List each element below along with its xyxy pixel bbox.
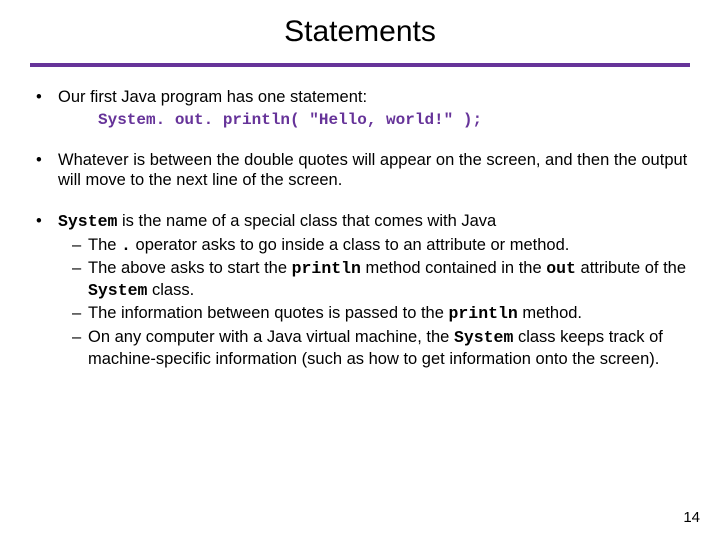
sub-mark: –: [58, 327, 88, 369]
sub-bullet: – The above asks to start the println me…: [58, 258, 690, 301]
t: The above asks to start the: [88, 259, 292, 277]
bullet-body: System is the name of a special class th…: [58, 211, 690, 371]
bullet-item: • Our first Java program has one stateme…: [30, 87, 690, 130]
code-block: System. out. println( "Hello, world!" );: [58, 110, 690, 130]
t: method contained in the: [361, 259, 546, 277]
slide-title: Statements: [30, 15, 690, 49]
bullet-text: Whatever is between the double quotes wi…: [58, 151, 687, 190]
sub-mark: –: [58, 258, 88, 301]
code-inline: .: [121, 236, 131, 255]
sub-body: On any computer with a Java virtual mach…: [88, 327, 690, 369]
bullet-text: Our first Java program has one statement…: [58, 88, 367, 106]
sub-body: The information between quotes is passed…: [88, 303, 690, 325]
code-inline: System: [88, 281, 147, 300]
sub-bullet: – On any computer with a Java virtual ma…: [58, 327, 690, 369]
code-inline: println: [448, 304, 517, 323]
bullet-mark: •: [30, 87, 58, 130]
page-number: 14: [683, 509, 700, 526]
bullet-mark: •: [30, 211, 58, 371]
sub-body: The . operator asks to go inside a class…: [88, 235, 690, 257]
bullet-item: • System is the name of a special class …: [30, 211, 690, 371]
t: The information between quotes is passed…: [88, 304, 448, 322]
slide: Statements • Our first Java program has …: [0, 0, 720, 371]
sub-list: – The . operator asks to go inside a cla…: [58, 235, 690, 370]
code-inline: System: [454, 328, 513, 347]
sub-mark: –: [58, 303, 88, 325]
divider: [30, 63, 690, 67]
t: method.: [518, 304, 582, 322]
t: On any computer with a Java virtual mach…: [88, 328, 454, 346]
t: The: [88, 236, 121, 254]
t: class.: [147, 281, 194, 299]
sub-bullet: – The information between quotes is pass…: [58, 303, 690, 325]
sub-mark: –: [58, 235, 88, 257]
t: attribute of the: [576, 259, 686, 277]
bullet-body: Our first Java program has one statement…: [58, 87, 690, 130]
code-inline: println: [292, 259, 361, 278]
bullet-body: Whatever is between the double quotes wi…: [58, 150, 690, 191]
sub-bullet: – The . operator asks to go inside a cla…: [58, 235, 690, 257]
code-inline: out: [546, 259, 576, 278]
bullet-text: is the name of a special class that come…: [117, 212, 496, 230]
bullet-item: • Whatever is between the double quotes …: [30, 150, 690, 191]
content: • Our first Java program has one stateme…: [30, 87, 690, 371]
sub-body: The above asks to start the println meth…: [88, 258, 690, 301]
bullet-mark: •: [30, 150, 58, 191]
t: operator asks to go inside a class to an…: [131, 236, 569, 254]
code-inline: System: [58, 212, 117, 231]
